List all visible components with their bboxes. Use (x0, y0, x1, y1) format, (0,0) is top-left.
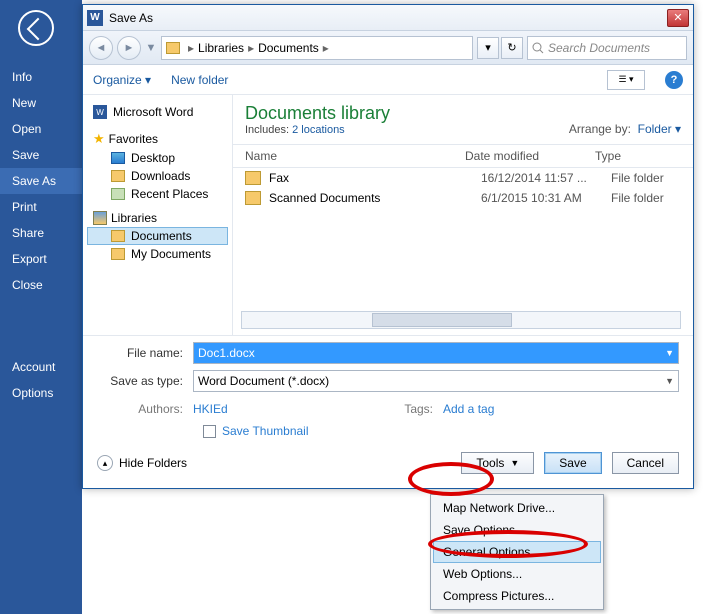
word-backstage-sidebar: InfoNewOpenSaveSave AsPrintShareExportCl… (0, 0, 82, 614)
crumb-dropdown-button[interactable]: ▾ (477, 37, 499, 59)
column-headers[interactable]: Name Date modified Type (233, 144, 693, 168)
nav-back-button[interactable]: ◄ (89, 36, 113, 60)
tools-button[interactable]: Tools▼ (461, 452, 534, 474)
tools-menu-general-options[interactable]: General Options... (433, 541, 601, 563)
save-button[interactable]: Save (544, 452, 601, 474)
save-as-dialog: W Save As ✕ ◄ ► ▼ ▸ Libraries ▸ Document… (82, 4, 694, 489)
file-row[interactable]: Fax16/12/2014 11:57 ...File folder (233, 168, 693, 188)
cancel-button[interactable]: Cancel (612, 452, 679, 474)
tags-value[interactable]: Add a tag (443, 402, 573, 416)
folder-icon (245, 191, 261, 205)
nav-forward-button[interactable]: ► (117, 36, 141, 60)
tools-menu-save-options[interactable]: Save Options... (433, 519, 601, 541)
horizontal-scrollbar[interactable] (241, 311, 681, 329)
backstage-options[interactable]: Options (0, 380, 82, 406)
tree-word[interactable]: W Microsoft Word (87, 101, 228, 123)
tree-my-documents[interactable]: My Documents (87, 245, 228, 263)
view-mode-button[interactable]: ☰ ▾ (607, 70, 645, 90)
search-input[interactable]: Search Documents (527, 36, 687, 60)
tree-recent[interactable]: Recent Places (87, 185, 228, 203)
tree-downloads[interactable]: Downloads (87, 167, 228, 185)
arrange-by: Arrange by: Folder ▾ (569, 122, 681, 136)
backstage-print[interactable]: Print (0, 194, 82, 220)
back-icon[interactable] (18, 10, 54, 46)
tags-label: Tags: (323, 402, 443, 416)
backstage-save[interactable]: Save (0, 142, 82, 168)
backstage-open[interactable]: Open (0, 116, 82, 142)
backstage-account[interactable]: Account (0, 354, 82, 380)
saveastype-label: Save as type: (97, 374, 193, 388)
new-folder-button[interactable]: New folder (171, 73, 228, 87)
dialog-toolbar: Organize ▾ New folder ☰ ▾ ? (83, 65, 693, 95)
crumb-libraries[interactable]: Libraries (198, 41, 244, 55)
organize-button[interactable]: Organize ▾ (93, 73, 151, 87)
library-title: Documents library (245, 103, 569, 124)
tree-documents[interactable]: Documents (87, 227, 228, 245)
hide-folders-button[interactable]: ▴Hide Folders (97, 455, 187, 471)
folder-icon (245, 171, 261, 185)
backstage-save-as[interactable]: Save As (0, 168, 82, 194)
dialog-titlebar[interactable]: W Save As ✕ (83, 5, 693, 31)
help-icon[interactable]: ? (665, 71, 683, 89)
save-thumbnail-checkbox[interactable]: Save Thumbnail (97, 424, 679, 438)
arrange-by-dropdown[interactable]: Folder ▾ (638, 122, 681, 136)
dialog-title: Save As (109, 11, 667, 25)
folder-icon (166, 42, 180, 54)
tree-libraries[interactable]: Libraries (87, 209, 228, 227)
tools-menu-map-network-drive[interactable]: Map Network Drive... (433, 497, 601, 519)
includes-link[interactable]: 2 locations (292, 124, 345, 136)
backstage-info[interactable]: Info (0, 64, 82, 90)
filename-label: File name: (97, 346, 193, 360)
file-row[interactable]: Scanned Documents6/1/2015 10:31 AMFile f… (233, 188, 693, 208)
filename-input[interactable]: Doc1.docx▼ (193, 342, 679, 364)
file-list-pane: Documents library Includes: 2 locations … (233, 95, 693, 335)
tree-desktop[interactable]: Desktop (87, 149, 228, 167)
tree-favorites[interactable]: ★Favorites (87, 129, 228, 149)
backstage-share[interactable]: Share (0, 220, 82, 246)
tools-menu: Map Network Drive...Save Options...Gener… (430, 494, 604, 610)
nav-bar: ◄ ► ▼ ▸ Libraries ▸ Documents ▸ ▾ ↻ Sear… (83, 31, 693, 65)
folder-tree: W Microsoft Word ★Favorites Desktop Down… (83, 95, 233, 335)
backstage-close[interactable]: Close (0, 272, 82, 298)
crumb-documents[interactable]: Documents (258, 41, 319, 55)
authors-value[interactable]: HKIEd (193, 402, 323, 416)
saveastype-dropdown[interactable]: Word Document (*.docx)▼ (193, 370, 679, 392)
backstage-new[interactable]: New (0, 90, 82, 116)
nav-history-button[interactable]: ▼ (145, 36, 157, 60)
tools-menu-compress-pictures[interactable]: Compress Pictures... (433, 585, 601, 607)
word-icon: W (87, 10, 103, 26)
form-area: File name: Doc1.docx▼ Save as type: Word… (83, 335, 693, 488)
breadcrumb[interactable]: ▸ Libraries ▸ Documents ▸ (161, 36, 473, 60)
tools-menu-web-options[interactable]: Web Options... (433, 563, 601, 585)
authors-label: Authors: (97, 402, 193, 416)
refresh-button[interactable]: ↻ (501, 37, 523, 59)
search-icon (532, 42, 544, 54)
backstage-export[interactable]: Export (0, 246, 82, 272)
close-icon[interactable]: ✕ (667, 9, 689, 27)
